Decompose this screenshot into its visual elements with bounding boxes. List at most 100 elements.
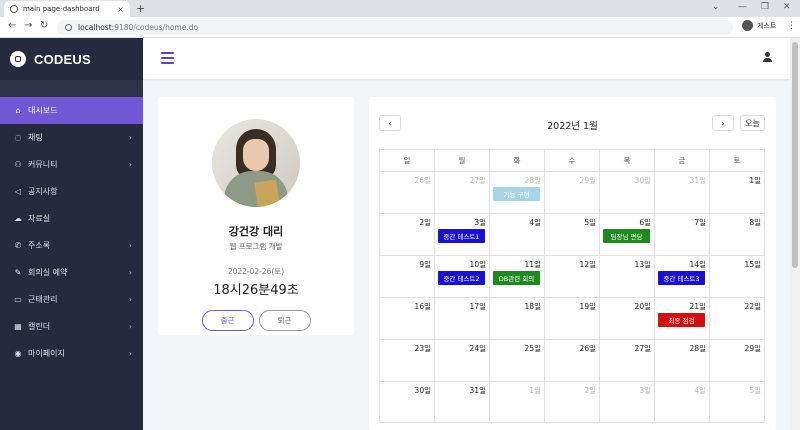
calendar-day[interactable]: 6일 팀장님 면담: [599, 214, 654, 255]
day-number: 1일: [749, 176, 761, 185]
next-month-button[interactable]: ›: [712, 115, 734, 131]
site-info-icon[interactable]: [65, 24, 72, 31]
calendar-card: ‹ 2022년 1월 › 오늘 일 월 화 수 목 금 토 26일 27일 28일 기능 구현 29일…: [369, 97, 776, 430]
calendar-day[interactable]: 29일: [544, 172, 599, 213]
calendar-day[interactable]: 24일: [434, 340, 489, 381]
calendar-day[interactable]: 12일: [544, 256, 599, 297]
calendar-day[interactable]: 30일: [599, 172, 654, 213]
calendar-day[interactable]: 2일: [544, 382, 599, 422]
calendar-day[interactable]: 5일: [709, 382, 764, 422]
calendar-event[interactable]: DB관련 회의: [493, 271, 540, 285]
calendar-day[interactable]: 25일: [489, 340, 544, 381]
calendar-day[interactable]: 4일: [489, 214, 544, 255]
calendar-day[interactable]: 2일: [380, 214, 434, 255]
calendar-day[interactable]: 1일: [489, 382, 544, 422]
day-number: 1일: [529, 386, 541, 395]
weekday-header: 일 월화수목금토: [379, 149, 765, 171]
chevron-right-icon: ›: [128, 160, 132, 169]
close-tab-icon[interactable]: ×: [117, 5, 124, 14]
back-icon[interactable]: ←: [8, 20, 16, 31]
calendar-day[interactable]: 7일: [654, 214, 709, 255]
sidebar-item[interactable]: ◉ 마이페이지 ›: [0, 340, 143, 367]
checkin-button[interactable]: 출근: [201, 310, 254, 331]
calendar-day[interactable]: 22일: [709, 298, 764, 339]
sidebar-item[interactable]: ◁ 공지사항: [0, 178, 143, 205]
calendar-event[interactable]: 기능 구현: [493, 187, 540, 201]
cloud-icon: ☁: [14, 214, 22, 223]
sidebar-item[interactable]: ☁ 자료실: [0, 205, 143, 232]
day-number: 26일: [579, 344, 596, 353]
calendar-day[interactable]: 10일 중간 테스트2: [434, 256, 489, 297]
calendar-day[interactable]: 20일: [599, 298, 654, 339]
calendar-day[interactable]: 28일 기능 구현: [489, 172, 544, 213]
sidebar-item[interactable]: ✆ 주소록 ›: [0, 232, 143, 259]
calendar-day[interactable]: 23일: [380, 340, 434, 381]
sidebar-item[interactable]: ⌂ 대시보드: [0, 97, 143, 124]
sidebar-item[interactable]: ▦ 캘린더 ›: [0, 313, 143, 340]
calendar-day[interactable]: 3일: [599, 382, 654, 422]
calendar-day[interactable]: 11일 DB관련 회의: [489, 256, 544, 297]
weekday-label: 금: [654, 150, 709, 171]
forward-icon[interactable]: →: [24, 20, 32, 31]
reload-icon[interactable]: ↻: [40, 20, 48, 31]
chevron-right-icon: ›: [128, 349, 132, 358]
day-number: 31일: [469, 386, 486, 395]
new-tab-button[interactable]: +: [136, 2, 145, 15]
calendar-day[interactable]: 1일: [709, 172, 764, 213]
checkout-button[interactable]: 퇴근: [258, 310, 311, 331]
calendar-day[interactable]: 19일: [544, 298, 599, 339]
sidebar-item[interactable]: ✎ 회의실 예약 ›: [0, 259, 143, 286]
calendar-day[interactable]: 16일: [380, 298, 434, 339]
maximize-button[interactable]: ❐: [761, 2, 769, 12]
close-window-button[interactable]: ✕: [783, 2, 791, 12]
calendar-day[interactable]: 17일: [434, 298, 489, 339]
scrollbar-thumb[interactable]: [792, 42, 798, 268]
day-number: 2일: [584, 386, 596, 395]
calendar-day[interactable]: 30일: [380, 382, 434, 422]
calendar-event[interactable]: 팀장님 면담: [603, 229, 650, 243]
day-number: 25일: [524, 344, 541, 353]
calendar-day[interactable]: 28일: [654, 340, 709, 381]
sidebar-item-label: 커뮤니티: [28, 160, 58, 169]
calendar-day[interactable]: 14일 중간 테스트3: [654, 256, 709, 297]
browser-menu-icon[interactable]: ⋮: [787, 21, 796, 31]
calendar-day[interactable]: 29일: [709, 340, 764, 381]
calendar-event[interactable]: 중간 테스트1: [438, 229, 485, 243]
url-path: :9180/codeus/home.do: [111, 23, 199, 32]
url-input[interactable]: localhost:9180/codeus/home.do: [57, 20, 733, 35]
hamburger-menu-icon[interactable]: [161, 52, 174, 67]
browser-tab[interactable]: main page-dashboard ×: [4, 1, 130, 17]
calendar-event[interactable]: 최종 점검: [658, 313, 705, 327]
calendar-event[interactable]: 중간 테스트2: [438, 271, 485, 285]
tab-search-icon[interactable]: ⌄: [712, 2, 720, 12]
calendar-day[interactable]: 26일: [380, 172, 434, 213]
calendar-day[interactable]: 15일: [709, 256, 764, 297]
calendar-day[interactable]: 5일: [544, 214, 599, 255]
sidebar-item-label: 주소록: [28, 241, 51, 250]
calendar-day[interactable]: 3일 중간 테스트1: [434, 214, 489, 255]
calendar-day[interactable]: 9일: [380, 256, 434, 297]
edit-icon: ✎: [14, 268, 22, 277]
page-scrollbar[interactable]: [790, 38, 800, 430]
day-number: 4일: [694, 386, 706, 395]
minimize-button[interactable]: —: [738, 2, 747, 12]
calendar-day[interactable]: 21일 최종 점검: [654, 298, 709, 339]
today-button[interactable]: 오늘: [740, 115, 765, 131]
sidebar-item[interactable]: ▭ 근태관리 ›: [0, 286, 143, 313]
calendar-day[interactable]: 4일: [654, 382, 709, 422]
calendar-day[interactable]: 8일: [709, 214, 764, 255]
brand[interactable]: CODEUS: [0, 38, 143, 80]
calendar-event[interactable]: 중간 테스트3: [658, 271, 705, 285]
calendar-day[interactable]: 31일: [654, 172, 709, 213]
calendar-day[interactable]: 27일: [599, 340, 654, 381]
user-icon[interactable]: [762, 52, 772, 62]
profile-button[interactable]: 게스트: [742, 20, 776, 31]
sidebar-item[interactable]: ◌ 채팅 ›: [0, 124, 143, 151]
calendar-day[interactable]: 18일: [489, 298, 544, 339]
calendar-day[interactable]: 27일: [434, 172, 489, 213]
calendar-day[interactable]: 26일: [544, 340, 599, 381]
calendar-day[interactable]: 13일: [599, 256, 654, 297]
day-number: 15일: [744, 260, 761, 269]
sidebar-item[interactable]: ⚇ 커뮤니티 ›: [0, 151, 143, 178]
calendar-day[interactable]: 31일: [434, 382, 489, 422]
